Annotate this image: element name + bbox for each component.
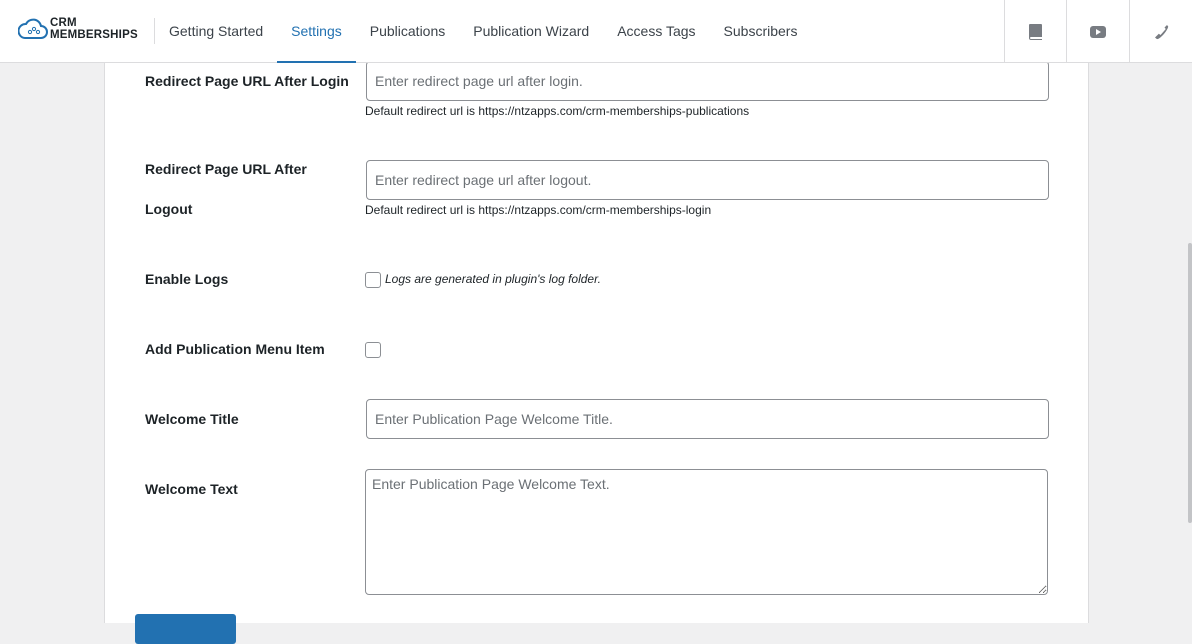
enable-logs-checkbox[interactable] bbox=[365, 272, 381, 288]
welcome-title-input[interactable] bbox=[366, 399, 1049, 439]
redirect-logout-label-line2: Logout bbox=[145, 201, 193, 217]
tab-getting-started[interactable]: Getting Started bbox=[155, 0, 277, 63]
redirect-login-input[interactable] bbox=[366, 61, 1049, 101]
phone-icon bbox=[1155, 24, 1169, 39]
tab-publication-wizard[interactable]: Publication Wizard bbox=[459, 0, 603, 63]
welcome-text-label: Welcome Text bbox=[145, 481, 238, 497]
video-tutorial-button[interactable] bbox=[1066, 0, 1128, 63]
logo-text: CRM MEMBERSHIPS bbox=[50, 17, 138, 41]
welcome-title-label: Welcome Title bbox=[145, 411, 239, 427]
add-menu-item-checkbox[interactable] bbox=[365, 342, 381, 358]
redirect-logout-label-line1: Redirect Page URL After bbox=[145, 161, 307, 177]
logo-line-2: MEMBERSHIPS bbox=[50, 29, 138, 41]
add-menu-item-label: Add Publication Menu Item bbox=[145, 341, 325, 357]
logo-line-1: CRM bbox=[50, 17, 77, 29]
top-navigation-bar: CRM MEMBERSHIPS Getting Started Settings… bbox=[0, 0, 1192, 63]
cloud-logo-icon bbox=[18, 18, 48, 39]
support-contact-button[interactable] bbox=[1129, 0, 1192, 63]
main-nav: Getting Started Settings Publications Pu… bbox=[155, 0, 811, 63]
book-icon bbox=[1028, 23, 1042, 40]
tab-subscribers[interactable]: Subscribers bbox=[710, 0, 812, 63]
documentation-button[interactable] bbox=[1004, 0, 1066, 63]
enable-logs-label: Enable Logs bbox=[145, 271, 229, 287]
enable-logs-note: Logs are generated in plugin's log folde… bbox=[385, 272, 601, 286]
redirect-logout-input[interactable] bbox=[366, 160, 1049, 200]
redirect-login-label: Redirect Page URL After Login bbox=[145, 73, 349, 89]
redirect-login-description: Default redirect url is https://ntzapps.… bbox=[365, 104, 750, 118]
tab-settings[interactable]: Settings bbox=[277, 0, 356, 63]
crm-memberships-logo[interactable]: CRM MEMBERSHIPS bbox=[18, 14, 142, 46]
welcome-text-textarea[interactable] bbox=[365, 469, 1048, 595]
redirect-logout-description: Default redirect url is https://ntzapps.… bbox=[365, 203, 712, 217]
tab-access-tags[interactable]: Access Tags bbox=[603, 0, 709, 63]
page-scrollbar[interactable] bbox=[1188, 243, 1192, 523]
save-settings-button[interactable] bbox=[135, 614, 236, 644]
tab-publications[interactable]: Publications bbox=[356, 0, 460, 63]
youtube-icon bbox=[1089, 25, 1106, 38]
